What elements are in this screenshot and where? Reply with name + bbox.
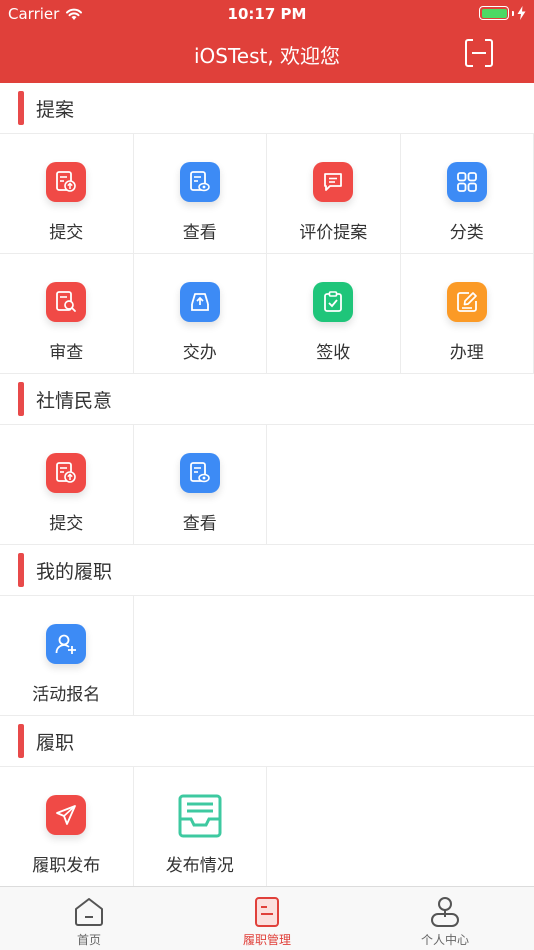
grid-item-label: 提交 bbox=[49, 514, 84, 534]
review-search-icon bbox=[46, 282, 87, 322]
user-add-icon bbox=[46, 624, 87, 664]
app-header: Carrier 10:17 PM iOSTest, 欢迎您 bbox=[0, 0, 534, 83]
tab-home[interactable]: 首页 bbox=[0, 887, 178, 950]
tab-label: 履职管理 bbox=[242, 933, 291, 947]
grid-item-label: 评价提案 bbox=[299, 223, 368, 243]
duties-grid: 履职发布 发布情况 bbox=[0, 767, 534, 886]
tab-duty-management[interactable]: 履职管理 bbox=[178, 887, 356, 950]
grid-item-assign[interactable]: 交办 bbox=[133, 254, 267, 374]
edit-pen-icon bbox=[446, 282, 487, 322]
grid-item-view[interactable]: 查看 bbox=[133, 134, 267, 254]
tab-label: 首页 bbox=[76, 933, 101, 947]
status-time: 10:17 PM bbox=[227, 5, 307, 23]
section-label: 履职 bbox=[36, 731, 75, 754]
submit-doc-icon bbox=[46, 162, 87, 202]
scan-icon[interactable] bbox=[464, 38, 494, 68]
grid-item-label: 分类 bbox=[449, 223, 484, 243]
tab-bar: 首页 履职管理 个人中心 bbox=[0, 886, 534, 950]
charging-bolt-icon bbox=[517, 6, 526, 20]
clipboard-check-icon bbox=[313, 282, 354, 322]
category-grid-icon bbox=[446, 162, 487, 202]
upload-tray-icon bbox=[179, 282, 220, 322]
inbox-tray-icon bbox=[177, 793, 223, 839]
duty-doc-icon bbox=[255, 897, 279, 927]
section-label: 社情民意 bbox=[36, 389, 113, 412]
grid-empty bbox=[267, 767, 534, 886]
my-duties-grid: 活动报名 bbox=[0, 596, 534, 716]
section-title-proposal: 提案 bbox=[0, 83, 534, 134]
battery-indicator bbox=[479, 6, 526, 20]
grid-item-view[interactable]: 查看 bbox=[133, 425, 267, 545]
grid-item-label: 提交 bbox=[49, 223, 84, 243]
grid-item-publish-status[interactable]: 发布情况 bbox=[133, 767, 267, 886]
section-title-my-duties: 我的履职 bbox=[0, 545, 534, 596]
section-label: 我的履职 bbox=[36, 560, 113, 583]
public-opinion-grid: 提交 查看 bbox=[0, 425, 534, 545]
grid-item-duty-publish[interactable]: 履职发布 bbox=[0, 767, 134, 886]
tab-label: 个人中心 bbox=[420, 933, 469, 947]
grid-item-label: 交办 bbox=[182, 343, 217, 363]
comment-icon bbox=[313, 162, 354, 202]
status-bar: Carrier 10:17 PM bbox=[0, 0, 534, 28]
grid-item-handle[interactable]: 办理 bbox=[400, 254, 534, 374]
grid-item-label: 活动报名 bbox=[32, 685, 101, 705]
section-title-public-opinion: 社情民意 bbox=[0, 374, 534, 425]
page-title: iOSTest, 欢迎您 bbox=[193, 44, 341, 68]
grid-item-label: 发布情况 bbox=[165, 856, 234, 876]
grid-empty bbox=[267, 425, 534, 545]
battery-icon bbox=[479, 6, 509, 20]
grid-item-label: 签收 bbox=[316, 343, 351, 363]
person-icon bbox=[431, 897, 459, 927]
section-label: 提案 bbox=[36, 98, 75, 121]
grid-item-label: 审查 bbox=[49, 343, 84, 363]
proposal-grid: 提交 查看 评价提案 分类 审查 交办 签收 办理 bbox=[0, 134, 534, 374]
submit-doc-icon bbox=[46, 453, 87, 493]
grid-item-category[interactable]: 分类 bbox=[400, 134, 534, 254]
grid-item-submit[interactable]: 提交 bbox=[0, 425, 134, 545]
grid-item-label: 查看 bbox=[182, 223, 217, 243]
section-title-duties: 履职 bbox=[0, 716, 534, 767]
grid-item-label: 办理 bbox=[449, 343, 484, 363]
grid-item-label: 履职发布 bbox=[32, 856, 101, 876]
view-doc-icon bbox=[179, 162, 220, 202]
grid-item-sign[interactable]: 签收 bbox=[267, 254, 401, 374]
grid-empty bbox=[133, 596, 534, 716]
paper-plane-icon bbox=[46, 795, 87, 835]
grid-item-review[interactable]: 审查 bbox=[0, 254, 134, 374]
main-content: 提案 提交 查看 评价提案 分类 审查 交办 签收 办理 社情民意 提交 查看 … bbox=[0, 83, 534, 886]
home-icon bbox=[75, 898, 103, 926]
grid-item-label: 查看 bbox=[182, 514, 217, 534]
grid-item-activity-signup[interactable]: 活动报名 bbox=[0, 596, 134, 716]
tab-personal-center[interactable]: 个人中心 bbox=[356, 887, 534, 950]
view-doc-icon bbox=[179, 453, 220, 493]
grid-item-evaluate[interactable]: 评价提案 bbox=[267, 134, 401, 254]
grid-item-submit[interactable]: 提交 bbox=[0, 134, 134, 254]
